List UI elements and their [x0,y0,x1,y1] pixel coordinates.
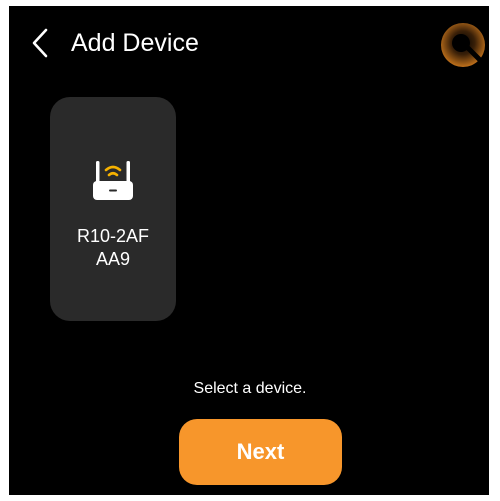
chevron-left-icon [32,28,48,58]
page-title: Add Device [71,29,199,57]
device-name: R10-2AF AA9 [76,226,150,269]
device-card[interactable]: R10-2AF AA9 [50,97,176,321]
app-header: Add Device [9,6,489,82]
profile-button[interactable] [440,22,486,68]
user-avatar-icon [441,23,485,67]
back-button[interactable] [23,26,57,60]
next-button[interactable]: Next [179,419,342,485]
select-device-hint: Select a device. [193,380,307,397]
router-icon [93,161,133,200]
add-device-screen: Add Device R10-2AF AA9 Select a device. … [9,6,489,495]
